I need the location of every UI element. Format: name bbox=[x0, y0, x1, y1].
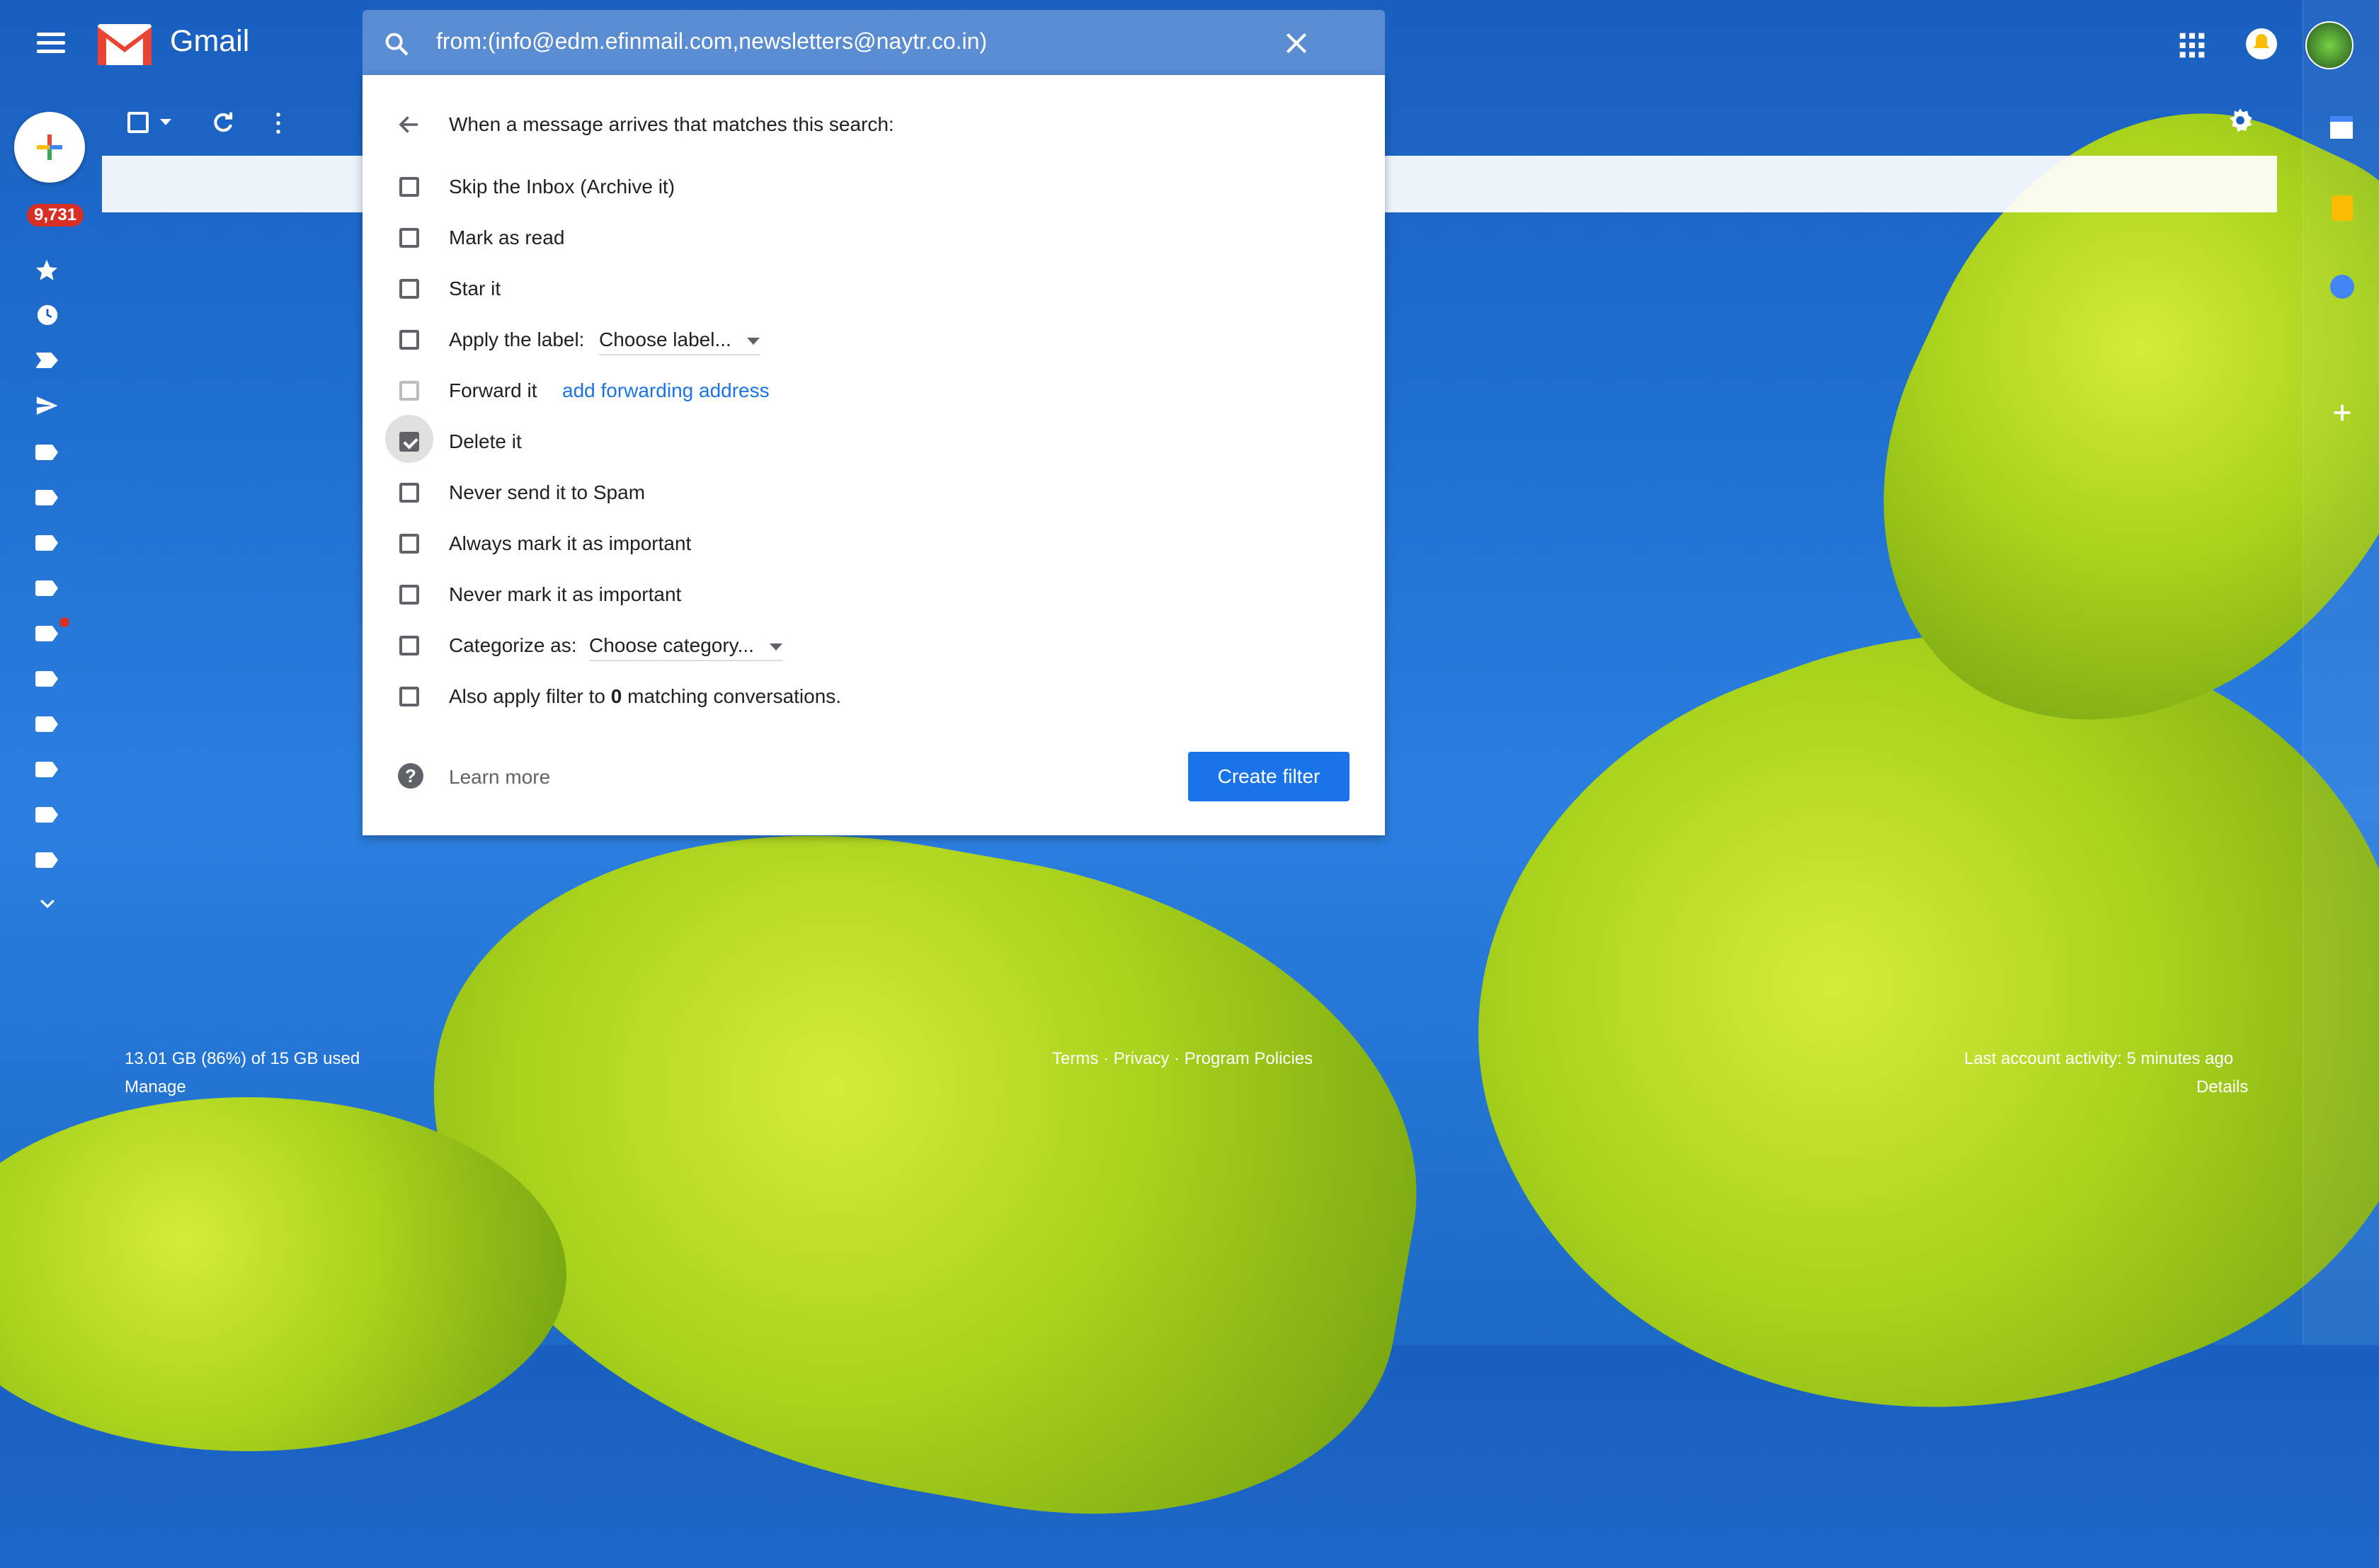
apply-label-checkbox[interactable] bbox=[399, 330, 419, 350]
choose-label-dropdown[interactable]: Choose label... bbox=[599, 328, 760, 355]
label-icon[interactable] bbox=[35, 852, 58, 868]
categorize-label: Categorize as: bbox=[449, 634, 577, 656]
create-filter-button[interactable]: Create filter bbox=[1188, 752, 1350, 801]
skip-inbox-checkbox[interactable] bbox=[399, 177, 419, 197]
apply-existing-checkbox[interactable] bbox=[399, 687, 419, 706]
background-leaf bbox=[377, 768, 1464, 1568]
apps-grid-icon[interactable] bbox=[2178, 31, 2206, 59]
delete-it-label: Delete it bbox=[449, 430, 522, 452]
always-important-label: Always mark it as important bbox=[449, 532, 692, 554]
never-spam-checkbox[interactable] bbox=[399, 483, 419, 503]
skip-inbox-label: Skip the Inbox (Archive it) bbox=[449, 176, 675, 198]
gmail-logo-icon[interactable] bbox=[98, 24, 152, 65]
mark-as-read-checkbox[interactable] bbox=[399, 228, 419, 248]
snoozed-clock-icon[interactable] bbox=[35, 303, 59, 327]
star-it-label: Star it bbox=[449, 277, 501, 299]
label-icon[interactable] bbox=[35, 716, 58, 732]
chevron-down-icon[interactable] bbox=[37, 893, 58, 915]
apply-prefix-text: Also apply filter to bbox=[449, 685, 605, 707]
label-icon[interactable] bbox=[35, 490, 58, 505]
notifications-icon[interactable] bbox=[2244, 27, 2278, 61]
program-policies-link[interactable]: Program Policies bbox=[1185, 1049, 1313, 1068]
filter-panel-header: When a message arrives that matches this… bbox=[449, 113, 894, 135]
star-it-checkbox[interactable] bbox=[399, 279, 419, 299]
dropdown-caret-icon bbox=[746, 337, 760, 345]
activity-details-link[interactable]: Details bbox=[2196, 1077, 2248, 1097]
add-forwarding-address-link[interactable]: add forwarding address bbox=[562, 379, 770, 402]
unread-count-badge: 9,731 bbox=[27, 204, 84, 227]
apply-suffix-text: matching conversations. bbox=[627, 685, 842, 707]
matching-count: 0 bbox=[610, 685, 622, 707]
chevron-down-icon[interactable] bbox=[160, 119, 171, 125]
forward-it-checkbox[interactable] bbox=[399, 381, 419, 401]
delete-it-checkbox[interactable] bbox=[399, 432, 419, 452]
categorize-checkbox[interactable] bbox=[399, 636, 419, 656]
mark-as-read-label: Mark as read bbox=[449, 227, 565, 248]
apply-label-label: Apply the label: bbox=[449, 328, 585, 350]
refresh-icon[interactable] bbox=[210, 109, 236, 136]
dropdown-caret-icon bbox=[769, 643, 782, 651]
apply-existing-label: Also apply filter to 0 matching conversa… bbox=[449, 685, 841, 708]
new-mail-dot-icon bbox=[59, 617, 69, 627]
tasks-icon[interactable] bbox=[2330, 275, 2354, 299]
storage-usage: 13.01 GB (86%) of 15 GB used bbox=[125, 1049, 360, 1068]
search-icon[interactable] bbox=[382, 30, 411, 58]
side-panel bbox=[2303, 0, 2379, 1345]
choose-category-value: Choose category... bbox=[589, 634, 754, 656]
choose-label-value: Choose label... bbox=[599, 328, 731, 350]
close-icon[interactable] bbox=[1283, 30, 1310, 57]
select-all-checkbox[interactable] bbox=[127, 112, 149, 133]
search-input[interactable]: from:(info@edm.efinmail.com,newsletters@… bbox=[436, 28, 987, 55]
learn-more-link[interactable]: Learn more bbox=[449, 766, 550, 789]
add-addon-icon[interactable] bbox=[2332, 402, 2353, 423]
settings-gear-icon[interactable] bbox=[2226, 106, 2254, 135]
label-icon[interactable] bbox=[35, 535, 58, 551]
main-menu-icon[interactable] bbox=[37, 33, 65, 54]
never-important-checkbox[interactable] bbox=[399, 585, 419, 605]
last-activity: Last account activity: 5 minutes ago bbox=[1964, 1049, 2234, 1068]
label-icon[interactable] bbox=[35, 626, 58, 641]
forward-it-label: Forward it bbox=[449, 379, 537, 401]
label-icon[interactable] bbox=[35, 671, 58, 687]
never-spam-label: Never send it to Spam bbox=[449, 481, 646, 503]
footer-links: Terms · Privacy · Program Policies bbox=[1052, 1049, 1313, 1068]
privacy-link[interactable]: Privacy bbox=[1114, 1049, 1170, 1068]
label-icon[interactable] bbox=[35, 445, 58, 460]
label-icon[interactable] bbox=[35, 580, 58, 596]
choose-category-dropdown[interactable]: Choose category... bbox=[589, 634, 782, 661]
important-icon[interactable] bbox=[35, 353, 58, 368]
always-important-checkbox[interactable] bbox=[399, 534, 419, 554]
app-title[interactable]: Gmail bbox=[170, 24, 249, 59]
compose-button[interactable] bbox=[14, 112, 85, 183]
manage-storage-link[interactable]: Manage bbox=[125, 1077, 186, 1097]
label-icon[interactable] bbox=[35, 762, 58, 777]
more-options-icon[interactable] bbox=[276, 110, 280, 135]
help-question-icon[interactable]: ? bbox=[398, 763, 423, 789]
calendar-icon[interactable] bbox=[2330, 116, 2353, 139]
back-arrow-icon[interactable] bbox=[396, 112, 422, 137]
never-important-label: Never mark it as important bbox=[449, 583, 682, 605]
sent-icon[interactable] bbox=[34, 394, 59, 418]
terms-link[interactable]: Terms bbox=[1052, 1049, 1098, 1068]
keep-icon[interactable] bbox=[2332, 195, 2353, 221]
label-icon[interactable] bbox=[35, 807, 58, 823]
plus-icon bbox=[37, 135, 62, 160]
star-icon[interactable] bbox=[34, 258, 59, 283]
